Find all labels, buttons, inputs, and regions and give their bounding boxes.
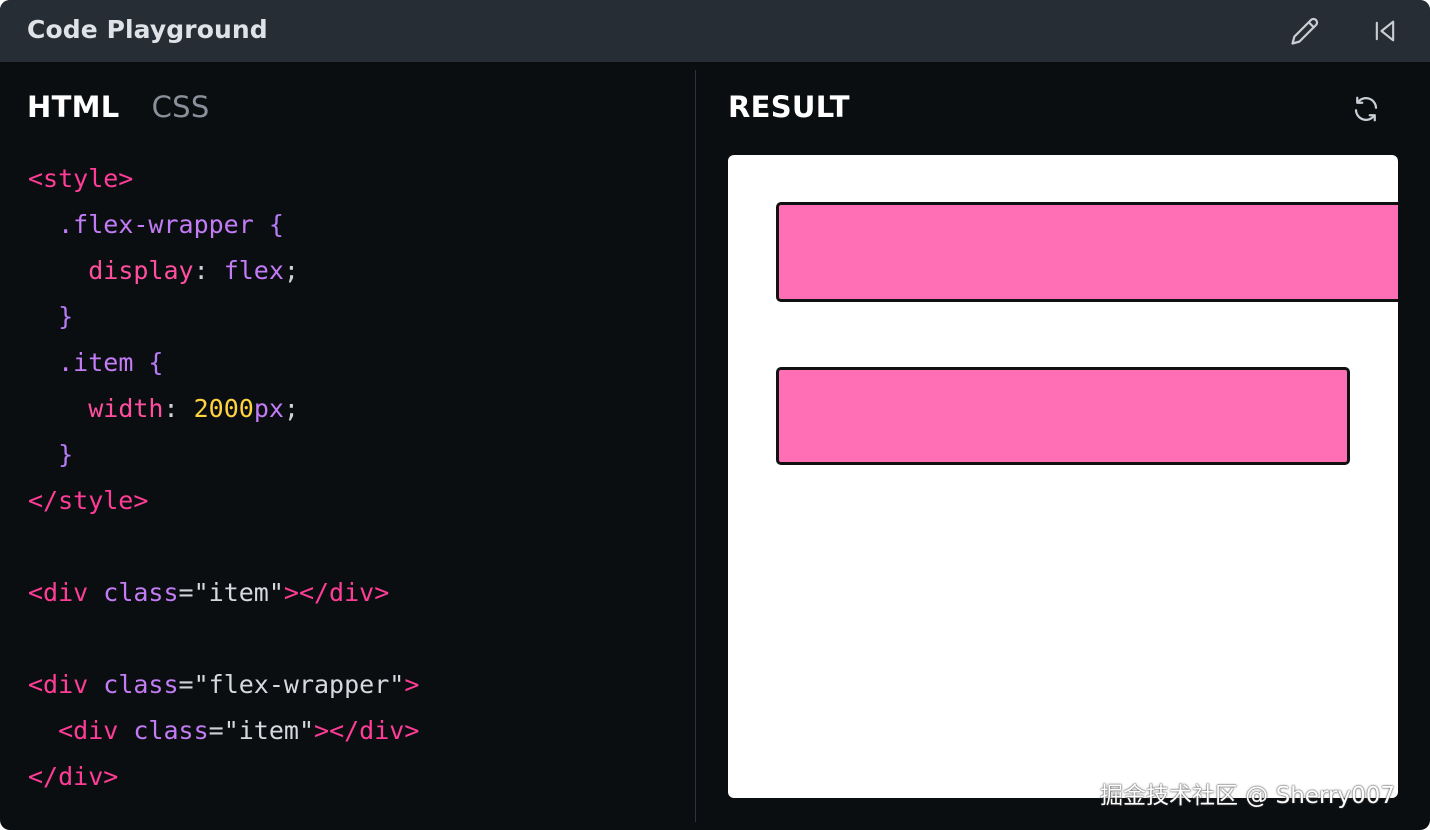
code-line: .item {: [28, 340, 419, 386]
title-bar: Code Playground: [0, 0, 1430, 62]
code-token: class: [103, 578, 179, 607]
code-token: px: [253, 394, 284, 423]
code-token: .flex-wrapper: [58, 210, 254, 239]
refresh-icon: [1354, 96, 1378, 122]
item-box-flex-shrunk: [776, 367, 1350, 465]
panel-divider[interactable]: [695, 70, 696, 822]
code-token: "flex-wrapper": [193, 670, 405, 699]
refresh-button[interactable]: [1348, 91, 1384, 127]
code-token: 2000: [193, 394, 254, 423]
code-token: </div>: [28, 762, 119, 791]
code-token: <style>: [28, 164, 134, 193]
item-box-overflowing: [776, 202, 1398, 302]
code-line: <div class="item"></div>: [28, 570, 419, 616]
code-line: display: flex;: [28, 248, 419, 294]
code-token: class: [133, 716, 209, 745]
collapse-button[interactable]: [1367, 13, 1403, 49]
edit-button[interactable]: [1287, 13, 1323, 49]
tab-html[interactable]: HTML: [27, 90, 120, 124]
code-token: {: [253, 210, 284, 239]
code-editor[interactable]: <style> .flex-wrapper { display: flex; }…: [28, 156, 419, 800]
code-token: ></div>: [283, 578, 390, 607]
skip-back-icon: [1375, 20, 1395, 42]
code-token: flex: [223, 256, 284, 285]
code-line: <div class="item"></div>: [28, 708, 419, 754]
watermark: 掘金技术社区 @ Sherry007: [1100, 783, 1395, 809]
code-token: "item": [193, 578, 284, 607]
code-token: display: [88, 256, 194, 285]
code-token: width: [88, 394, 164, 423]
code-line: </div>: [28, 754, 419, 800]
code-token: "item": [223, 716, 315, 745]
code-token: ></div>: [314, 716, 420, 745]
code-token: :: [163, 394, 194, 423]
code-token: <div: [28, 670, 104, 699]
code-token: ;: [283, 256, 299, 285]
code-token: </style>: [28, 486, 149, 515]
code-token: class: [103, 670, 179, 699]
code-token: =: [178, 670, 194, 699]
code-token: ;: [283, 394, 299, 423]
window-title: Code Playground: [27, 15, 268, 44]
editor-tabs: HTML CSS: [27, 90, 210, 124]
code-line: <style>: [28, 156, 419, 202]
pencil-icon: [1291, 17, 1319, 45]
code-token: >: [404, 670, 420, 699]
code-line: width: 2000px;: [28, 386, 419, 432]
code-playground-window: Code Playground HTML CSS <style> .flex-w…: [0, 0, 1430, 830]
code-token: {: [133, 348, 164, 377]
code-line: }: [28, 432, 419, 478]
code-line: </style>: [28, 478, 419, 524]
code-token: }: [58, 302, 74, 331]
code-line: <div class="flex-wrapper">: [28, 662, 419, 708]
code-token: }: [58, 440, 74, 469]
code-token: .item: [58, 348, 134, 377]
code-token: :: [193, 256, 224, 285]
code-line: }: [28, 294, 419, 340]
tab-css[interactable]: CSS: [152, 90, 210, 124]
result-heading: RESULT: [728, 90, 850, 124]
code-token: =: [208, 716, 224, 745]
code-token: <div: [28, 578, 104, 607]
result-preview: [728, 155, 1398, 798]
code-token: =: [178, 578, 194, 607]
code-line: .flex-wrapper {: [28, 202, 419, 248]
code-token: <div: [58, 716, 134, 745]
